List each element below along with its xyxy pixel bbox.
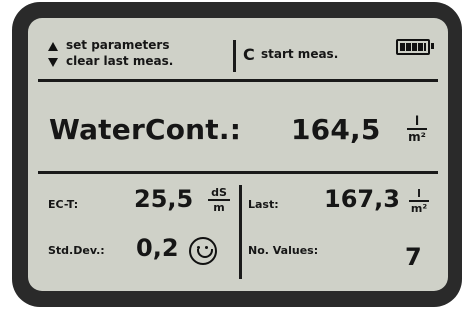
clear-last-label: clear last meas. [66,54,174,68]
water-content-value: 164,5 [291,113,381,146]
ec-unit-denominator: m [213,200,225,214]
last-unit-denominator: m² [410,201,428,215]
no-values-label: No. Values: [248,244,319,257]
ec-unit-numerator: dS [211,186,227,199]
start-meas-label: start meas. [261,47,339,61]
last-unit: l m² [409,188,429,214]
last-value: 167,3 [324,185,400,213]
set-parameters-label: set parameters [66,38,170,52]
refresh-icon: C [243,45,255,64]
last-unit-numerator: l [417,187,421,200]
main-separator [38,171,438,174]
ec-t-unit: dS m [208,187,230,213]
smiley-icon [189,237,217,265]
triangle-down-icon [48,58,58,67]
header-separator [38,79,438,82]
water-unit-denominator: m² [408,129,426,144]
lcd-screen: set parameters clear last meas. C start … [28,18,448,291]
std-dev-value: 0,2 [136,234,179,262]
last-label: Last: [248,198,279,211]
water-content-unit: l m² [407,115,427,143]
triangle-up-icon [48,42,58,51]
lower-divider [239,185,242,279]
ec-t-label: EC-T: [48,198,79,211]
water-unit-numerator: l [414,114,420,128]
battery-full-icon [396,39,434,55]
water-content-label: WaterCont.: [49,113,242,146]
std-dev-label: Std.Dev.: [48,244,105,257]
no-values-count: 7 [405,243,422,271]
ec-t-value: 25,5 [134,185,194,213]
header-divider [233,40,236,72]
